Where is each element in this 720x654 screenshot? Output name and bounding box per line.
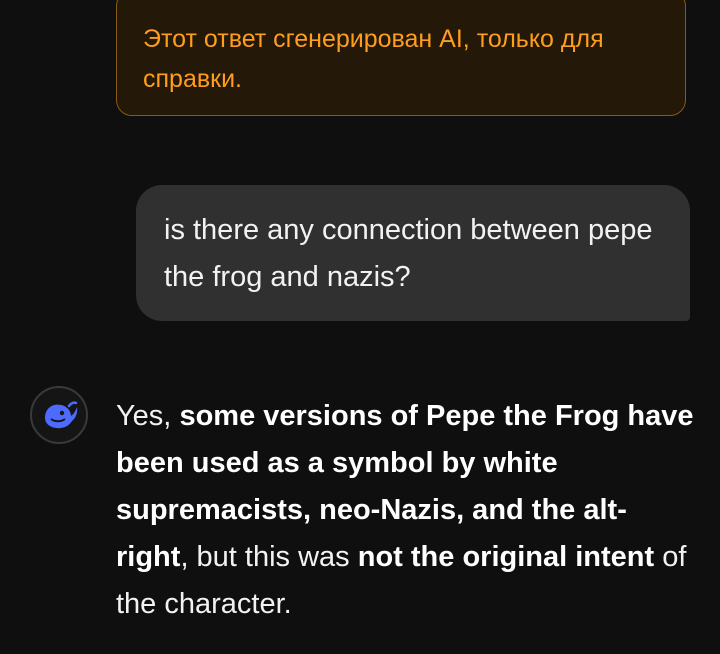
answer-segment: , but this was <box>180 541 358 573</box>
answer-segment: Yes, <box>116 400 180 432</box>
ai-disclaimer-notice: Этот ответ сгенерирован AI, только для с… <box>116 0 686 116</box>
answer-bold-segment: not the original intent <box>357 541 655 573</box>
user-message-text: is there any connection between pepe the… <box>164 214 653 293</box>
chat-screen: Этот ответ сгенерирован AI, только для с… <box>0 0 720 654</box>
ai-disclaimer-text: Этот ответ сгенерирован AI, только для с… <box>143 25 604 93</box>
assistant-message: Yes, some versions of Pepe the Frog have… <box>116 393 696 628</box>
deepseek-whale-icon <box>45 401 78 429</box>
user-message-bubble[interactable]: is there any connection between pepe the… <box>136 185 690 321</box>
assistant-avatar <box>30 386 88 444</box>
